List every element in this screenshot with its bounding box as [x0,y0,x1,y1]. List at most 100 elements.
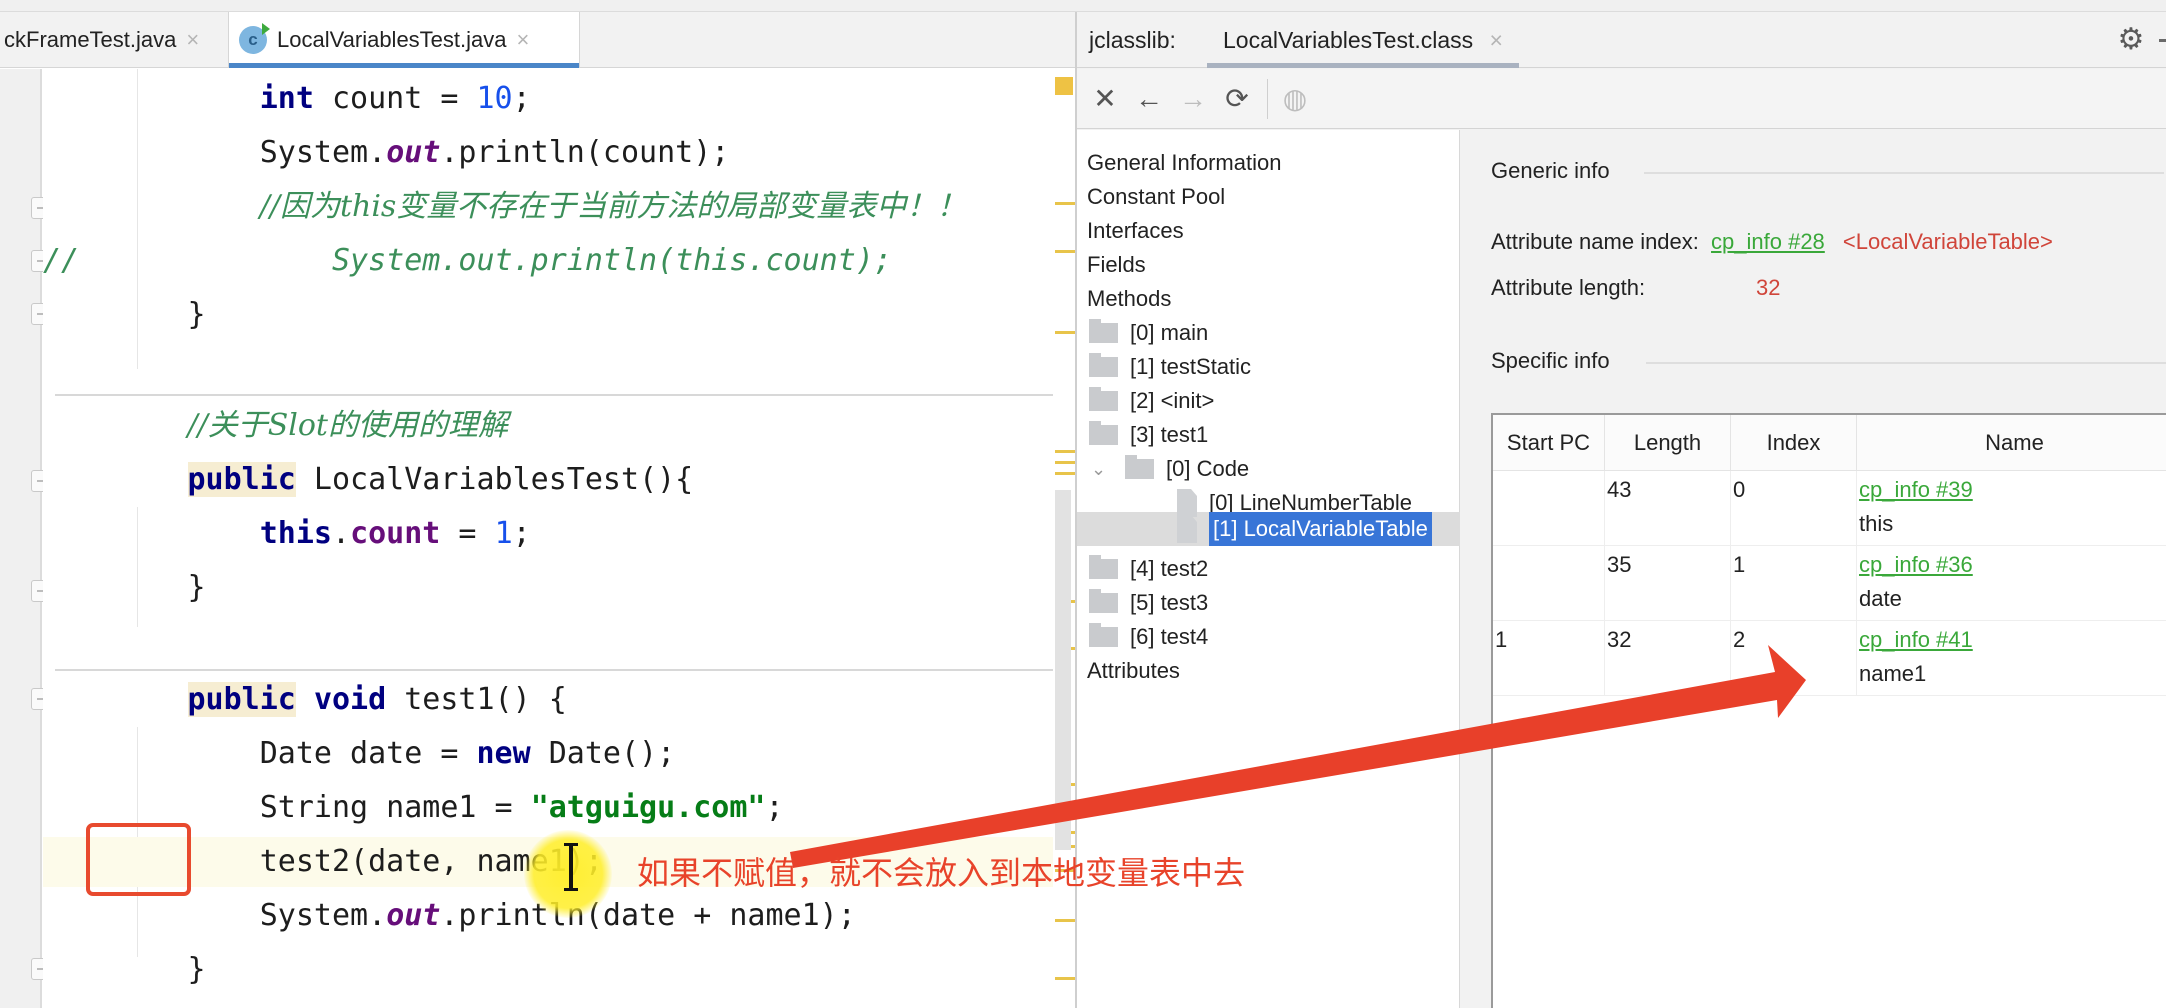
gear-icon[interactable]: ⚙ [2117,25,2145,55]
jclasslib-tab-bar: jclasslib: LocalVariablesTest.class × ⚙ [1077,12,2166,68]
code-line: Date date = new Date(); [259,736,676,771]
variable-name: this [1859,511,1894,536]
cell-name: cp_info #39 this [1857,471,2166,546]
method-separator [55,669,1053,671]
folder-icon [1089,421,1118,445]
variable-name: date [1859,586,1902,611]
cell-index: 1 [1731,546,1857,621]
stripe-mark[interactable] [1055,331,1075,334]
attribute-length-value: 32 [1756,275,1781,300]
code-line: public LocalVariablesTest(){ [187,462,694,497]
cell-length: 43 [1605,471,1731,546]
close-icon[interactable]: × [186,27,199,53]
tree-item-method[interactable]: [3] test1 [1089,418,1208,452]
stripe-mark[interactable] [1055,977,1075,980]
tree-item-method[interactable]: [4] test2 [1089,552,1208,586]
tree-item-method[interactable]: [1] testStatic [1089,350,1251,384]
folder-icon [1089,387,1118,411]
stripe-mark[interactable] [1055,202,1075,205]
folder-icon [1089,555,1118,579]
code-line-comment: //关于Slot的使用的理解 [187,408,508,443]
close-icon[interactable]: × [1490,27,1503,53]
stripe-mark[interactable] [1055,450,1075,453]
tree-item-general-information[interactable]: General Information [1087,146,1281,180]
tree-item-localvariabletable[interactable]: [1] LocalVariableTable [1177,512,1432,546]
tab-localvariablestest-class[interactable]: LocalVariablesTest.class × [1207,12,1519,68]
stripe-mark[interactable] [1055,919,1075,922]
folder-icon [1125,455,1154,479]
cp-info-link[interactable]: cp_info #28 [1711,229,1825,254]
column-header-start-pc[interactable]: Start PC [1493,415,1605,471]
stripe-mark[interactable] [1055,461,1075,464]
file-icon [1177,515,1197,543]
tree-item-method[interactable]: [2] <init> [1089,384,1214,418]
cell-index: 0 [1731,471,1857,546]
column-header-index[interactable]: Index [1731,415,1857,471]
attribute-name-index-row: Attribute name index: cp_info #28 <Local… [1491,229,2053,255]
warning-indicator-icon[interactable] [1055,77,1073,95]
code-line: } [187,297,206,332]
cell-length: 35 [1605,546,1731,621]
refresh-icon[interactable]: ⟳ [1221,81,1253,117]
toolbar-divider [1267,79,1268,119]
tree-item-methods[interactable]: Methods [1087,282,1171,316]
variable-name: name1 [1859,661,1927,686]
minimize-icon[interactable] [2159,39,2166,42]
jclasslib-title: jclasslib: [1089,27,1176,53]
cp-info-link[interactable]: cp_info #39 [1859,473,2166,507]
close-icon[interactable]: × [517,27,530,53]
cell-start-pc: 1 [1493,621,1605,696]
code-line: this.count = 1; [259,516,531,551]
attribute-length-row: Attribute length: 32 [1491,275,1780,301]
folder-icon [1089,319,1118,343]
text-cursor-icon [564,843,578,891]
folder-icon [1089,623,1118,647]
code-line: } [187,952,206,987]
section-divider [1646,362,2166,364]
tab-label: LocalVariablesTest.class [1223,27,1474,53]
cp-info-link[interactable]: cp_info #36 [1859,548,2166,582]
cell-start-pc [1493,471,1605,546]
tree-item-method[interactable]: [6] test4 [1089,620,1208,654]
code-line-comment: //因为this变量不存在于当前方法的局部变量表中！！ [259,189,967,224]
close-icon[interactable]: ✕ [1089,81,1121,117]
back-arrow-icon[interactable]: ← [1133,81,1165,117]
stripe-mark[interactable] [1055,250,1075,253]
column-header-name[interactable]: Name [1857,415,2166,471]
browser-globe-icon[interactable]: ◍ [1279,81,1311,117]
editor-tab-bar: ckFrameTest.java × c LocalVariablesTest.… [0,12,1075,68]
specific-info-heading: Specific info [1491,348,1610,373]
tree-item-constant-pool[interactable]: Constant Pool [1087,180,1225,214]
cell-start-pc [1493,546,1605,621]
folder-icon [1089,589,1118,613]
java-class-icon: c [239,23,270,54]
local-variable-table[interactable]: Start PC Length Index Name 43 0 cp_info … [1491,413,2166,1008]
tree-item-method[interactable]: [5] test3 [1089,586,1208,620]
attribute-length-label: Attribute length: [1491,275,1646,300]
tab-localvariablestest[interactable]: c LocalVariablesTest.java × [228,12,580,68]
tab-stackframetest[interactable]: ckFrameTest.java × [0,12,209,68]
editor-scrollbar-thumb[interactable] [1055,490,1071,850]
jclasslib-toolbar: ✕ ← → ⟳ ◍ [1077,69,2166,129]
tree-item-interfaces[interactable]: Interfaces [1087,214,1184,248]
attribute-name-index-label: Attribute name index: [1491,229,1699,254]
cp-info-link[interactable]: cp_info #41 [1859,623,2166,657]
tab-label: ckFrameTest.java [4,27,177,52]
forward-arrow-icon[interactable]: → [1177,81,1209,117]
column-header-length[interactable]: Length [1605,415,1731,471]
stripe-mark[interactable] [1055,472,1075,475]
attribute-name-value: <LocalVariableTable> [1842,229,2053,254]
tree-item-fields[interactable]: Fields [1087,248,1146,282]
tree-item-code[interactable]: ⌄ [0] Code [1091,452,1249,486]
window-top-strip [0,0,2166,12]
generic-info-heading: Generic info [1491,158,1610,183]
tree-item-method[interactable]: [0] main [1089,316,1208,350]
tree-item-attributes[interactable]: Attributes [1087,654,1180,688]
cell-name: cp_info #36 date [1857,546,2166,621]
annotation-highlight-box [86,823,191,896]
annotation-text: 如果不赋值，就不会放入到本地变量表中去 [637,854,1246,892]
cell-name: cp_info #41 name1 [1857,621,2166,696]
cell-index: 2 [1731,621,1857,696]
code-line-commented-out: // System.out.println(this.count); [43,243,892,278]
chevron-down-icon[interactable]: ⌄ [1091,452,1113,486]
